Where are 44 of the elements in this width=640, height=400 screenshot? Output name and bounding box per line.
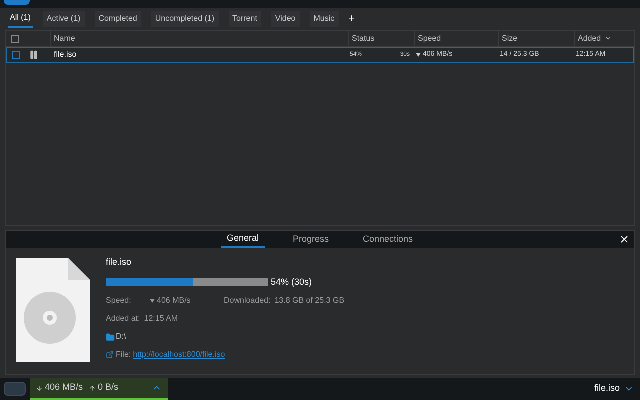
details-tab[interactable]: General — [220, 231, 265, 248]
details-tab[interactable]: Connections — [357, 231, 420, 248]
select-all-checkbox[interactable] — [11, 34, 19, 42]
file-name-cell-text: file.iso — [53, 49, 78, 61]
file-url-link[interactable]: http://localhost:800/file.iso — [133, 349, 226, 361]
file-label: File: — [116, 349, 132, 361]
current-file-name: file.iso — [594, 382, 620, 396]
download-arrow-icon — [416, 53, 421, 57]
folder-icon — [106, 332, 115, 342]
upload-speed: 0 B/s — [89, 381, 119, 395]
app-menu-button[interactable] — [4, 0, 30, 5]
sort-icon — [605, 35, 612, 42]
column-header[interactable]: Speed — [414, 31, 498, 46]
downloaded-label: Downloaded: — [224, 295, 271, 307]
added-value: 12:15 AM — [144, 313, 178, 325]
filter-tab[interactable]: Uncompleted (1) — [151, 11, 219, 27]
download-speed: 406 MB/s — [36, 381, 84, 395]
filter-tab[interactable]: Video — [271, 11, 300, 27]
speed-value: 406 MB/s — [157, 295, 191, 307]
add-tab-button[interactable]: + — [348, 14, 356, 24]
external-link-icon — [106, 351, 114, 359]
column-header[interactable]: Added — [574, 31, 634, 46]
filter-tab[interactable]: Music — [310, 11, 339, 27]
progress-text: 54% (30s) — [271, 276, 312, 289]
filter-tab[interactable]: Active (1) — [42, 11, 85, 27]
column-header[interactable]: Status — [348, 31, 414, 46]
filter-tab[interactable]: All (1) — [8, 10, 33, 28]
speed-panel[interactable]: 406 MB/s 0 B/s — [30, 378, 168, 400]
filter-tab[interactable]: Torrent — [228, 11, 262, 27]
pause-icon[interactable] — [29, 50, 39, 60]
details-tab[interactable]: Progress — [286, 231, 335, 248]
column-header[interactable]: Size — [498, 31, 574, 46]
downloaded-value: 13.8 GB of 25.3 GB — [274, 295, 345, 307]
download-arrow-icon — [36, 384, 43, 392]
column-header[interactable]: Name — [50, 31, 348, 46]
file-title: file.iso — [106, 256, 133, 269]
row-checkbox[interactable] — [12, 51, 20, 59]
upload-arrow-icon — [89, 384, 96, 392]
added-label: Added at: — [106, 313, 140, 325]
close-icon[interactable] — [619, 234, 630, 245]
speed-label: Speed: — [106, 295, 132, 307]
folder-link[interactable]: D:\ — [116, 331, 126, 343]
download-arrow-icon — [150, 299, 155, 303]
filter-tab[interactable]: Completed — [94, 11, 142, 27]
